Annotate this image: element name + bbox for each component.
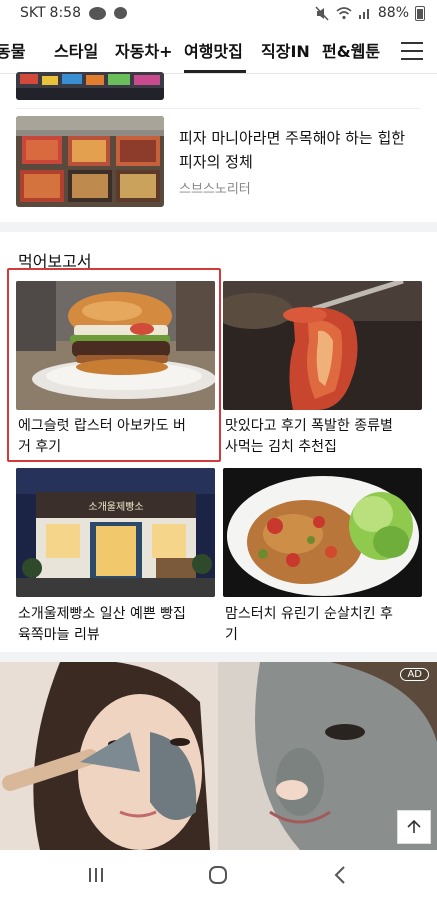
card-title-kimchi[interactable]: 맛있다고 후기 폭발한 종류별 사먹는 김치 추천집 — [225, 416, 424, 458]
article-source[interactable]: 스브스노리터 — [179, 178, 251, 197]
card-image-kimchi[interactable] — [223, 281, 422, 410]
list-divider — [16, 108, 421, 109]
card-title-line-2: 육쪽마늘 리뷰 — [18, 627, 100, 643]
card-title-line-1: 맘스터치 유린기 순살치킨 후 — [225, 606, 393, 622]
card-title-bakery[interactable]: 소개울제빵소 일산 예쁜 빵집 육쪽마늘 리뷰 — [18, 604, 217, 646]
bakery-sign-text: 소개울제빵소 — [88, 501, 143, 513]
battery-label: 88% — [377, 5, 409, 21]
card-title-line-2: 기 — [225, 627, 238, 643]
ad-badge: AD — [400, 668, 429, 681]
card-title-line-1: 맛있다고 후기 폭발한 종류별 — [225, 418, 393, 434]
card-title-chicken[interactable]: 맘스터치 유린기 순살치킨 후 기 — [225, 604, 424, 646]
status-left: SKT 8:58 — [20, 5, 127, 21]
section-gap — [0, 222, 437, 232]
card-title-burger[interactable]: 에그슬럿 랍스터 아보카도 버 거 후기 — [18, 416, 217, 458]
article-title-line-2: 피자의 정체 — [179, 153, 253, 171]
active-tab-indicator — [184, 70, 246, 73]
signal-icon — [358, 9, 369, 19]
talk-icon — [89, 6, 106, 20]
card-title-line-1: 소개울제빵소 일산 예쁜 빵집 — [18, 606, 186, 622]
tab-cars[interactable]: 자동차+ — [115, 38, 173, 62]
card-image-burger[interactable] — [16, 281, 215, 410]
status-right: 88% — [314, 5, 425, 21]
article-list: 피자 마니아라면 주목해야 하는 힙한 피자의 정체 스브스노리터 — [0, 72, 437, 222]
status-bar: SKT 8:58 88% — [0, 0, 437, 30]
battery-icon — [415, 5, 425, 21]
scroll-top-button[interactable] — [397, 810, 431, 844]
time-label: 8:58 — [49, 5, 81, 21]
card-title-line-2: 거 후기 — [18, 439, 62, 455]
home-icon[interactable] — [206, 864, 230, 886]
article-title-line-1: 피자 마니아라면 주목해야 하는 힙한 — [179, 129, 406, 147]
chat-bubble-icon — [114, 7, 127, 19]
previous-article-thumbnail[interactable] — [16, 72, 164, 100]
section-title: 먹어보고서 — [18, 252, 92, 271]
system-nav-bar — [0, 850, 437, 900]
tab-work[interactable]: 직장IN — [261, 38, 310, 62]
food-review-section: 먹어보고서 에그슬럿 랍스터 아보카도 버 거 후기 맛있다고 후기 폭발한 종… — [0, 232, 437, 652]
tab-travel-food[interactable]: 여행맛집 — [184, 38, 243, 62]
section-gap — [0, 652, 437, 662]
recent-apps-icon[interactable] — [84, 864, 108, 886]
card-title-line-1: 에그슬럿 랍스터 아보카도 버 — [18, 418, 186, 434]
tab-style[interactable]: 스타일 — [54, 38, 98, 62]
card-image-chicken[interactable] — [223, 468, 422, 597]
tab-fun-webtoon[interactable]: 펀&웹툰 — [322, 38, 380, 62]
card-image-bakery[interactable]: 소개울제빵소 — [16, 468, 215, 597]
pizza-thumbnail[interactable] — [16, 116, 164, 207]
mute-icon — [315, 5, 329, 21]
back-icon[interactable] — [330, 864, 350, 886]
card-title-line-2: 사먹는 김치 추천집 — [225, 439, 337, 455]
wifi-icon — [336, 7, 352, 20]
ad-banner[interactable]: AD — [0, 662, 437, 850]
carrier-label: SKT — [20, 5, 46, 21]
hamburger-menu-icon[interactable] — [401, 42, 423, 60]
arrow-up-icon — [407, 819, 421, 833]
category-nav: 동물 스타일 자동차+ 여행맛집 직장IN 펀&웹툰 — [0, 30, 437, 74]
tab-animals[interactable]: 동물 — [0, 38, 25, 62]
article-title[interactable]: 피자 마니아라면 주목해야 하는 힙한 피자의 정체 — [179, 126, 405, 174]
